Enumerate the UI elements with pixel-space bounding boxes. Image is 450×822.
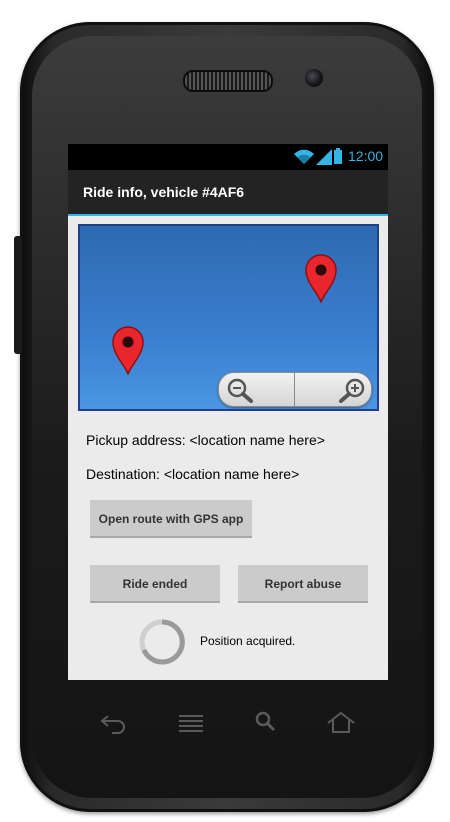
app-screen: 12:00 Ride info, vehicle #4AF6 Pickup ad… [68,144,388,680]
wifi-icon [294,149,314,164]
pickup-address: Pickup address: <location name here> [86,432,325,448]
progress-spinner-icon [139,619,185,665]
ride-ended-button[interactable]: Ride ended [90,565,220,603]
status-message: Position acquired. [200,634,296,648]
speaker-grille [183,70,273,92]
clock: 12:00 [348,148,384,164]
map-pin-icon[interactable] [111,325,145,375]
page-title: Ride info, vehicle #4AF6 [83,184,245,200]
back-icon[interactable] [98,708,130,736]
destination-address: Destination: <location name here> [86,466,300,482]
zoom-out-button[interactable] [219,373,294,406]
map-pin-icon[interactable] [304,253,338,303]
report-abuse-button[interactable]: Report abuse [238,565,368,603]
zoom-in-icon [339,378,365,403]
open-gps-route-button[interactable]: Open route with GPS app [90,500,252,538]
home-icon[interactable] [325,708,357,736]
menu-icon[interactable] [175,708,207,736]
front-camera [305,69,323,87]
zoom-out-icon [227,378,253,403]
map-view[interactable] [78,224,379,411]
battery-icon [334,148,342,164]
status-bar: 12:00 [68,144,388,170]
signal-icon [316,149,332,165]
search-icon[interactable] [250,708,282,736]
zoom-control [218,372,372,407]
zoom-in-button[interactable] [295,373,371,406]
volume-button [14,236,22,354]
action-bar: Ride info, vehicle #4AF6 [68,170,388,216]
